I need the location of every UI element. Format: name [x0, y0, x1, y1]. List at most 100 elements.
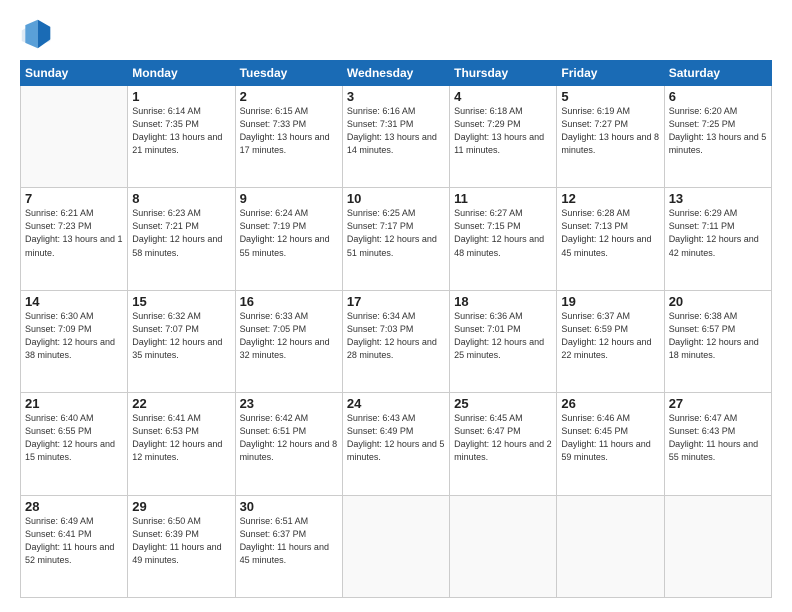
weekday-header: Friday [557, 61, 664, 86]
day-info: Sunrise: 6:49 AM Sunset: 6:41 PM Dayligh… [25, 515, 123, 567]
day-number: 27 [669, 396, 767, 411]
calendar-week-row: 28Sunrise: 6:49 AM Sunset: 6:41 PM Dayli… [21, 495, 772, 597]
calendar-cell: 4Sunrise: 6:18 AM Sunset: 7:29 PM Daylig… [450, 86, 557, 188]
day-info: Sunrise: 6:33 AM Sunset: 7:05 PM Dayligh… [240, 310, 338, 362]
day-info: Sunrise: 6:47 AM Sunset: 6:43 PM Dayligh… [669, 412, 767, 464]
calendar-cell: 13Sunrise: 6:29 AM Sunset: 7:11 PM Dayli… [664, 188, 771, 290]
calendar-cell: 28Sunrise: 6:49 AM Sunset: 6:41 PM Dayli… [21, 495, 128, 597]
day-number: 26 [561, 396, 659, 411]
day-number: 29 [132, 499, 230, 514]
day-number: 15 [132, 294, 230, 309]
calendar-cell: 27Sunrise: 6:47 AM Sunset: 6:43 PM Dayli… [664, 393, 771, 495]
day-info: Sunrise: 6:21 AM Sunset: 7:23 PM Dayligh… [25, 207, 123, 259]
day-number: 11 [454, 191, 552, 206]
calendar-cell: 16Sunrise: 6:33 AM Sunset: 7:05 PM Dayli… [235, 290, 342, 392]
calendar-cell: 21Sunrise: 6:40 AM Sunset: 6:55 PM Dayli… [21, 393, 128, 495]
day-number: 24 [347, 396, 445, 411]
day-number: 13 [669, 191, 767, 206]
calendar-cell: 12Sunrise: 6:28 AM Sunset: 7:13 PM Dayli… [557, 188, 664, 290]
day-number: 2 [240, 89, 338, 104]
calendar-cell [664, 495, 771, 597]
day-info: Sunrise: 6:15 AM Sunset: 7:33 PM Dayligh… [240, 105, 338, 157]
day-info: Sunrise: 6:41 AM Sunset: 6:53 PM Dayligh… [132, 412, 230, 464]
calendar-cell: 30Sunrise: 6:51 AM Sunset: 6:37 PM Dayli… [235, 495, 342, 597]
calendar-cell: 3Sunrise: 6:16 AM Sunset: 7:31 PM Daylig… [342, 86, 449, 188]
calendar-week-row: 7Sunrise: 6:21 AM Sunset: 7:23 PM Daylig… [21, 188, 772, 290]
calendar-cell: 23Sunrise: 6:42 AM Sunset: 6:51 PM Dayli… [235, 393, 342, 495]
calendar-cell: 6Sunrise: 6:20 AM Sunset: 7:25 PM Daylig… [664, 86, 771, 188]
day-info: Sunrise: 6:37 AM Sunset: 6:59 PM Dayligh… [561, 310, 659, 362]
calendar-cell: 19Sunrise: 6:37 AM Sunset: 6:59 PM Dayli… [557, 290, 664, 392]
calendar-cell [342, 495, 449, 597]
day-info: Sunrise: 6:16 AM Sunset: 7:31 PM Dayligh… [347, 105, 445, 157]
calendar-week-row: 14Sunrise: 6:30 AM Sunset: 7:09 PM Dayli… [21, 290, 772, 392]
calendar-cell: 26Sunrise: 6:46 AM Sunset: 6:45 PM Dayli… [557, 393, 664, 495]
day-info: Sunrise: 6:42 AM Sunset: 6:51 PM Dayligh… [240, 412, 338, 464]
calendar-cell: 7Sunrise: 6:21 AM Sunset: 7:23 PM Daylig… [21, 188, 128, 290]
calendar-cell: 5Sunrise: 6:19 AM Sunset: 7:27 PM Daylig… [557, 86, 664, 188]
calendar-week-row: 21Sunrise: 6:40 AM Sunset: 6:55 PM Dayli… [21, 393, 772, 495]
day-info: Sunrise: 6:27 AM Sunset: 7:15 PM Dayligh… [454, 207, 552, 259]
calendar-cell: 20Sunrise: 6:38 AM Sunset: 6:57 PM Dayli… [664, 290, 771, 392]
day-info: Sunrise: 6:29 AM Sunset: 7:11 PM Dayligh… [669, 207, 767, 259]
calendar-cell: 18Sunrise: 6:36 AM Sunset: 7:01 PM Dayli… [450, 290, 557, 392]
day-info: Sunrise: 6:19 AM Sunset: 7:27 PM Dayligh… [561, 105, 659, 157]
logo [20, 18, 56, 50]
day-info: Sunrise: 6:24 AM Sunset: 7:19 PM Dayligh… [240, 207, 338, 259]
day-number: 18 [454, 294, 552, 309]
weekday-header: Tuesday [235, 61, 342, 86]
calendar-cell: 11Sunrise: 6:27 AM Sunset: 7:15 PM Dayli… [450, 188, 557, 290]
day-info: Sunrise: 6:28 AM Sunset: 7:13 PM Dayligh… [561, 207, 659, 259]
day-number: 25 [454, 396, 552, 411]
calendar-cell: 1Sunrise: 6:14 AM Sunset: 7:35 PM Daylig… [128, 86, 235, 188]
day-number: 1 [132, 89, 230, 104]
day-number: 23 [240, 396, 338, 411]
day-info: Sunrise: 6:23 AM Sunset: 7:21 PM Dayligh… [132, 207, 230, 259]
day-number: 3 [347, 89, 445, 104]
calendar-cell: 24Sunrise: 6:43 AM Sunset: 6:49 PM Dayli… [342, 393, 449, 495]
day-number: 20 [669, 294, 767, 309]
calendar-cell [557, 495, 664, 597]
calendar-header: SundayMondayTuesdayWednesdayThursdayFrid… [21, 61, 772, 86]
day-info: Sunrise: 6:51 AM Sunset: 6:37 PM Dayligh… [240, 515, 338, 567]
day-info: Sunrise: 6:46 AM Sunset: 6:45 PM Dayligh… [561, 412, 659, 464]
calendar-cell: 9Sunrise: 6:24 AM Sunset: 7:19 PM Daylig… [235, 188, 342, 290]
calendar-cell: 17Sunrise: 6:34 AM Sunset: 7:03 PM Dayli… [342, 290, 449, 392]
calendar-table: SundayMondayTuesdayWednesdayThursdayFrid… [20, 60, 772, 598]
day-number: 7 [25, 191, 123, 206]
day-info: Sunrise: 6:14 AM Sunset: 7:35 PM Dayligh… [132, 105, 230, 157]
day-info: Sunrise: 6:40 AM Sunset: 6:55 PM Dayligh… [25, 412, 123, 464]
calendar-cell: 29Sunrise: 6:50 AM Sunset: 6:39 PM Dayli… [128, 495, 235, 597]
weekday-header: Monday [128, 61, 235, 86]
calendar-body: 1Sunrise: 6:14 AM Sunset: 7:35 PM Daylig… [21, 86, 772, 598]
day-number: 4 [454, 89, 552, 104]
calendar-cell: 14Sunrise: 6:30 AM Sunset: 7:09 PM Dayli… [21, 290, 128, 392]
calendar-cell: 10Sunrise: 6:25 AM Sunset: 7:17 PM Dayli… [342, 188, 449, 290]
calendar-cell: 25Sunrise: 6:45 AM Sunset: 6:47 PM Dayli… [450, 393, 557, 495]
day-info: Sunrise: 6:36 AM Sunset: 7:01 PM Dayligh… [454, 310, 552, 362]
calendar-cell: 15Sunrise: 6:32 AM Sunset: 7:07 PM Dayli… [128, 290, 235, 392]
day-info: Sunrise: 6:18 AM Sunset: 7:29 PM Dayligh… [454, 105, 552, 157]
day-number: 19 [561, 294, 659, 309]
day-info: Sunrise: 6:45 AM Sunset: 6:47 PM Dayligh… [454, 412, 552, 464]
page-header [20, 18, 772, 50]
day-number: 8 [132, 191, 230, 206]
day-number: 17 [347, 294, 445, 309]
day-number: 6 [669, 89, 767, 104]
day-number: 30 [240, 499, 338, 514]
calendar-week-row: 1Sunrise: 6:14 AM Sunset: 7:35 PM Daylig… [21, 86, 772, 188]
day-number: 9 [240, 191, 338, 206]
day-number: 14 [25, 294, 123, 309]
day-number: 28 [25, 499, 123, 514]
weekday-header: Saturday [664, 61, 771, 86]
calendar-cell [450, 495, 557, 597]
day-number: 5 [561, 89, 659, 104]
calendar-cell: 2Sunrise: 6:15 AM Sunset: 7:33 PM Daylig… [235, 86, 342, 188]
day-info: Sunrise: 6:34 AM Sunset: 7:03 PM Dayligh… [347, 310, 445, 362]
day-info: Sunrise: 6:50 AM Sunset: 6:39 PM Dayligh… [132, 515, 230, 567]
day-info: Sunrise: 6:43 AM Sunset: 6:49 PM Dayligh… [347, 412, 445, 464]
day-number: 12 [561, 191, 659, 206]
calendar-cell: 8Sunrise: 6:23 AM Sunset: 7:21 PM Daylig… [128, 188, 235, 290]
day-number: 16 [240, 294, 338, 309]
calendar-cell: 22Sunrise: 6:41 AM Sunset: 6:53 PM Dayli… [128, 393, 235, 495]
